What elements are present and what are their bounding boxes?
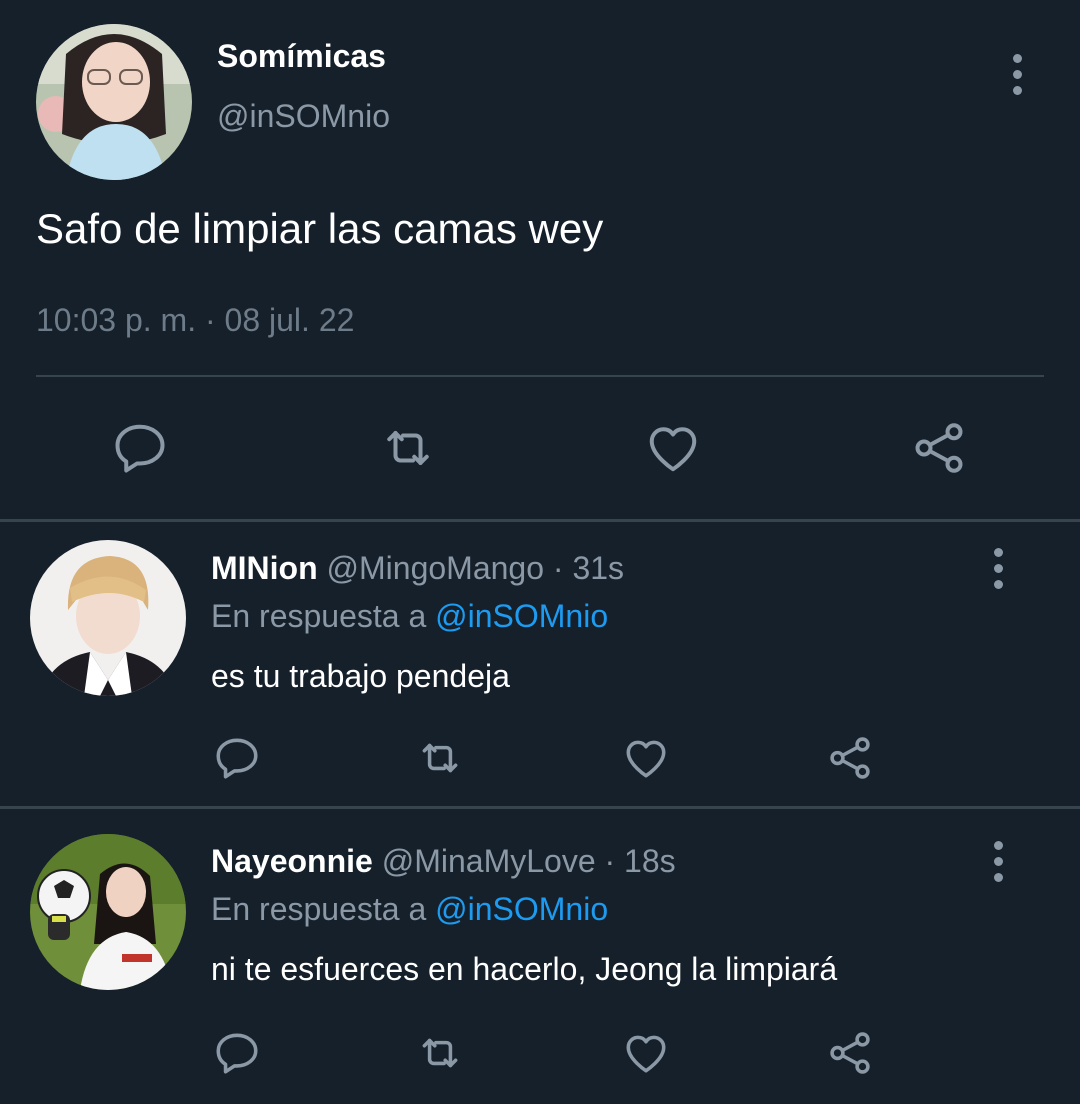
mention-link[interactable]: @inSOMnio [435, 598, 608, 634]
tweet-text: es tu trabajo pendeja [211, 658, 510, 694]
tweet-text: Safo de limpiar las camas wey [36, 205, 604, 252]
share-icon [830, 737, 870, 779]
tweet-timestamp[interactable]: 10:03 p. m. · 08 jul. 22 [36, 302, 354, 339]
reply-button[interactable] [211, 1025, 263, 1081]
reply-button[interactable] [108, 416, 172, 480]
like-icon [649, 427, 697, 472]
like-button[interactable] [618, 1025, 674, 1081]
mention-link[interactable]: @inSOMnio [435, 891, 608, 927]
more-icon[interactable] [978, 538, 1018, 598]
avatar[interactable] [36, 24, 192, 180]
share-icon [830, 1032, 870, 1074]
author-name[interactable]: Nayeonnie [211, 843, 373, 879]
reply-prefix: En respuesta a [211, 891, 427, 927]
reply-header: MINion @MingoMango · 31s [211, 550, 624, 587]
share-button[interactable] [822, 730, 878, 786]
reply-tweet[interactable]: MINion @MingoMango · 31s En respuesta a … [0, 522, 1080, 807]
reply-header: Nayeonnie @MinaMyLove · 18s [211, 843, 676, 880]
reply-icon [216, 1033, 258, 1074]
share-button[interactable] [822, 1025, 878, 1081]
avatar[interactable] [30, 540, 186, 696]
retweet-button[interactable] [372, 416, 444, 480]
share-button[interactable] [906, 416, 972, 480]
like-icon [626, 740, 666, 778]
reply-context: En respuesta a @inSOMnio [211, 598, 608, 635]
author-handle-time[interactable]: @MingoMango · 31s [327, 550, 625, 586]
main-tweet: Somímicas @inSOMnio Safo de limpiar las … [0, 0, 1080, 520]
retweet-icon [422, 1038, 458, 1068]
reply-tweet[interactable]: Nayeonnie @MinaMyLove · 18s En respuesta… [0, 809, 1080, 1104]
reply-prefix: En respuesta a [211, 598, 427, 634]
author-handle-time[interactable]: @MinaMyLove · 18s [382, 843, 676, 879]
like-button[interactable] [640, 416, 706, 480]
more-icon[interactable] [978, 831, 1018, 891]
author-name[interactable]: MINion [211, 550, 318, 586]
author-name[interactable]: Somímicas [217, 38, 386, 75]
like-icon [626, 1035, 666, 1073]
retweet-button[interactable] [410, 1025, 470, 1081]
like-button[interactable] [618, 730, 674, 786]
share-icon [915, 423, 963, 473]
tweet-text: ni te esfuerces en hacerlo, Jeong la lim… [211, 951, 838, 987]
retweet-icon [387, 431, 429, 465]
reply-context: En respuesta a @inSOMnio [211, 891, 608, 928]
author-handle[interactable]: @inSOMnio [217, 98, 390, 135]
reply-button[interactable] [211, 730, 263, 786]
retweet-button[interactable] [410, 730, 470, 786]
reply-icon [216, 738, 258, 779]
reply-icon [115, 424, 165, 473]
more-icon[interactable] [997, 44, 1037, 104]
divider [36, 375, 1044, 377]
avatar[interactable] [30, 834, 186, 990]
retweet-icon [422, 743, 458, 773]
tweet-thread: Somímicas @inSOMnio Safo de limpiar las … [0, 0, 1080, 1104]
